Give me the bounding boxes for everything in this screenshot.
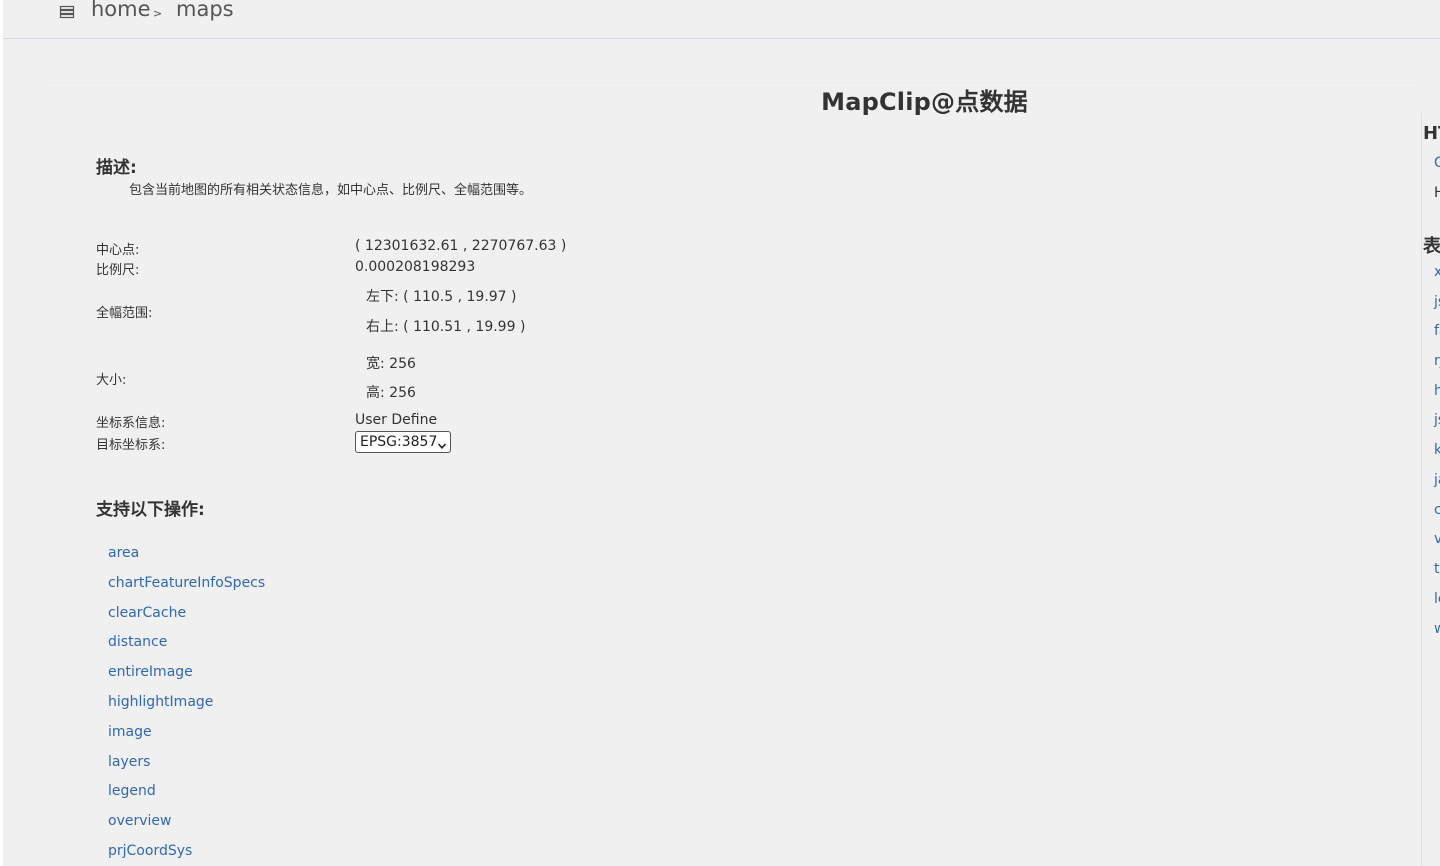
side-format-link[interactable]: h (1434, 383, 1440, 399)
size-height: 高: 256 (366, 385, 416, 401)
breadcrumb: home > maps (3, 0, 1440, 39)
crs-label: 坐标系信息: (96, 416, 166, 431)
operation-link-chartfeatureinfospecs[interactable]: chartFeatureInfoSpecs (108, 575, 265, 605)
operations-list: area chartFeatureInfoSpecs clearCache di… (108, 545, 265, 866)
target-crs-select[interactable]: EPSG:3857 (355, 431, 451, 453)
scale-label: 比例尺: (96, 263, 140, 278)
center-label: 中心点: (96, 243, 140, 258)
side-heading-html: HT (1423, 123, 1440, 144)
side-link-1[interactable]: G (1434, 155, 1440, 171)
operation-link-distance[interactable]: distance (108, 634, 265, 664)
page-title: MapClip@点数据 (821, 88, 1028, 116)
side-format-link[interactable]: x (1434, 264, 1440, 280)
target-crs-selected-value: EPSG:3857 (360, 434, 438, 450)
breadcrumb-maps-link[interactable]: maps (176, 0, 234, 21)
description-text: 包含当前地图的所有相关状态信息，如中心点、比例尺、全幅范围等。 (129, 183, 533, 198)
side-format-link[interactable]: ja (1434, 472, 1440, 488)
breadcrumb-home-link[interactable]: home (91, 0, 151, 21)
operation-link-layers[interactable]: layers (108, 754, 265, 784)
side-format-link[interactable]: w (1434, 621, 1440, 637)
side-format-link[interactable]: fa (1434, 323, 1440, 339)
app-frame: home > maps MapClip@点数据 描述: 包含当前地图的所有相关状… (3, 0, 1440, 866)
side-format-link[interactable]: k (1434, 442, 1440, 458)
size-width: 宽: 256 (366, 356, 416, 372)
side-format-link[interactable]: js (1434, 294, 1440, 310)
bounds-upper-right: 右上: ( 110.51 , 19.99 ) (366, 319, 526, 335)
bounds-lower-left: 左下: ( 110.5 , 19.97 ) (366, 289, 517, 305)
scale-value: 0.000208198293 (355, 259, 476, 275)
side-format-link[interactable]: t (1434, 561, 1440, 577)
side-text-1: H (1434, 185, 1440, 201)
size-label: 大小: (96, 373, 127, 388)
side-heading-formats: 表 (1423, 236, 1440, 257)
target-crs-label: 目标坐标系: (96, 438, 166, 453)
center-value: ( 12301632.61 , 2270767.63 ) (355, 238, 567, 254)
side-panel: HT G H 表 x js fa rj h js k ja c v t le w (1421, 113, 1440, 866)
operation-link-prjcoordsys[interactable]: prjCoordSys (108, 843, 265, 866)
operation-link-clearcache[interactable]: clearCache (108, 605, 265, 635)
bounds-label: 全幅范围: (96, 306, 153, 321)
operations-heading: 支持以下操作: (96, 500, 205, 520)
side-format-link[interactable]: le (1434, 591, 1440, 607)
operation-link-image[interactable]: image (108, 724, 265, 754)
side-format-link[interactable]: c (1434, 502, 1440, 518)
operation-link-area[interactable]: area (108, 545, 265, 575)
description-heading: 描述: (96, 158, 137, 178)
side-format-link[interactable]: v (1434, 531, 1440, 547)
chevron-down-icon (437, 437, 447, 449)
side-format-link[interactable]: rj (1434, 353, 1440, 369)
side-format-link[interactable]: js (1434, 412, 1440, 428)
operation-link-entireimage[interactable]: entireImage (108, 664, 265, 694)
crs-value: User Define (355, 412, 438, 428)
operation-link-overview[interactable]: overview (108, 813, 265, 843)
operation-link-legend[interactable]: legend (108, 783, 265, 813)
operation-link-highlightimage[interactable]: highlightImage (108, 694, 265, 724)
list-icon[interactable] (59, 4, 75, 20)
breadcrumb-separator: > (153, 7, 163, 20)
